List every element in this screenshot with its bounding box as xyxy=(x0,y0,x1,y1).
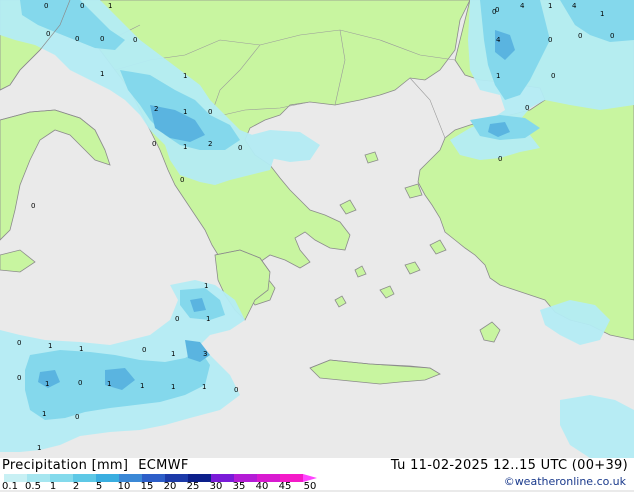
precip-amount-label: 0 xyxy=(46,30,51,38)
precip-amount-label: 0 xyxy=(498,155,503,163)
color-scale-tick-label: 1 xyxy=(49,481,57,492)
precip-amount-label: 3 xyxy=(203,350,208,358)
precip-amount-label: 0 xyxy=(548,36,553,44)
precip-amount-label: 1 xyxy=(600,10,605,18)
precip-amount-label: 1 xyxy=(206,315,211,323)
color-scale-tick-label: 5 xyxy=(95,481,103,492)
precip-amount-label: 0 xyxy=(525,104,530,112)
precip-amount-label: 0 xyxy=(234,386,239,394)
precip-amount-label: 1 xyxy=(45,380,50,388)
credit-link[interactable]: ©weatheronline.co.uk xyxy=(504,475,626,488)
precip-amount-label: 1 xyxy=(108,2,113,10)
precip-amount-label: 0 xyxy=(208,108,213,116)
precipitation-map xyxy=(0,0,634,458)
color-scale-tick-label: 35 xyxy=(232,481,246,492)
precip-amount-label: 1 xyxy=(496,72,501,80)
precip-amount-label: 0 xyxy=(142,346,147,354)
legend-title-row: Precipitation [mm] ECMWF xyxy=(2,458,189,473)
precip-amount-label: 4 xyxy=(572,2,577,10)
precip-amount-label: 1 xyxy=(100,70,105,78)
color-scale-tick-label: 15 xyxy=(140,481,154,492)
precip-amount-label: 0 xyxy=(17,374,22,382)
valid-time: Tu 11-02-2025 12..15 UTC (00+39) xyxy=(390,458,628,473)
precip-amount-label: 1 xyxy=(183,108,188,116)
precip-amount-label: 1 xyxy=(140,382,145,390)
precip-amount-label: 2 xyxy=(208,140,213,148)
color-scale-tick-label: 0.5 xyxy=(25,481,41,492)
precip-amount-label: 1 xyxy=(171,383,176,391)
precip-amount-label: 1 xyxy=(37,444,42,452)
precip-amount-label: 0 xyxy=(75,413,80,421)
precip-amount-label: 0 xyxy=(17,339,22,347)
precip-amount-label: 0 xyxy=(551,72,556,80)
legend-title: Precipitation [mm] xyxy=(2,458,129,473)
precip-amount-label: 0 xyxy=(100,35,105,43)
precip-amount-label: 0 xyxy=(175,315,180,323)
color-scale-tick-label: 0.1 xyxy=(2,481,18,492)
color-scale-tick-label: 45 xyxy=(278,481,292,492)
color-scale-tick-label: 20 xyxy=(163,481,177,492)
color-scale-tick-label: 25 xyxy=(186,481,200,492)
precip-amount-label: 4 xyxy=(520,2,525,10)
map-footer: Precipitation [mm] ECMWF Tu 11-02-2025 12… xyxy=(0,458,634,492)
precip-amount-label: 1 xyxy=(183,72,188,80)
precip-amount-label: 0 xyxy=(75,35,80,43)
precip-amount-label: 1 xyxy=(171,350,176,358)
precip-amount-label: 1 xyxy=(204,282,209,290)
color-scale-tick-label: 30 xyxy=(209,481,223,492)
precip-amount-label: 1 xyxy=(42,410,47,418)
precip-amount-label: 1 xyxy=(202,383,207,391)
color-scale-tick-label: 2 xyxy=(72,481,80,492)
precip-amount-label: 0 xyxy=(44,2,49,10)
precip-amount-label: 2 xyxy=(154,105,159,113)
precip-amount-label: 0 xyxy=(492,8,497,16)
color-scale-tick-label: 50 xyxy=(303,481,317,492)
precip-amount-label: 0 xyxy=(31,202,36,210)
color-scale-tick-label: 10 xyxy=(117,481,131,492)
precip-amount-label: 1 xyxy=(107,380,112,388)
precip-amount-label: 0 xyxy=(78,379,83,387)
model-name: ECMWF xyxy=(138,458,189,473)
precip-amount-label: 0 xyxy=(133,36,138,44)
precip-amount-label: 1 xyxy=(79,345,84,353)
precip-amount-label: 0 xyxy=(80,2,85,10)
precip-amount-label: 4 xyxy=(496,36,501,44)
precip-amount-label: 0 xyxy=(610,32,615,40)
precip-amount-label: 1 xyxy=(48,342,53,350)
precip-amount-label: 0 xyxy=(180,176,185,184)
precip-amount-label: 1 xyxy=(548,2,553,10)
color-scale-tick-label: 40 xyxy=(255,481,269,492)
precip-amount-label: 0 xyxy=(578,32,583,40)
precip-amount-label: 0 xyxy=(152,140,157,148)
precip-amount-label: 0 xyxy=(238,144,243,152)
precip-amount-label: 1 xyxy=(183,143,188,151)
